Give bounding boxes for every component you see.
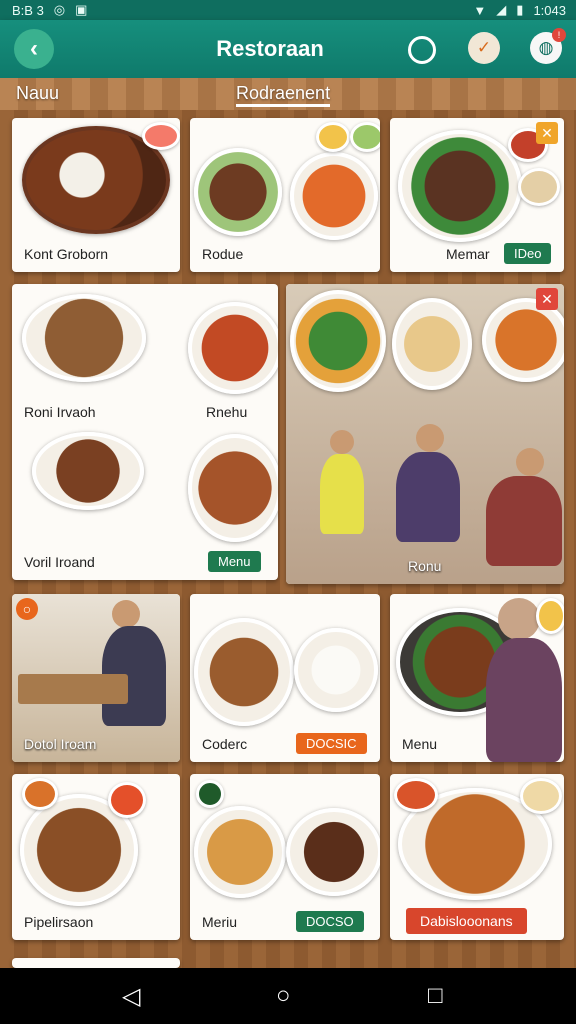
restaurant-scene-card[interactable]: ○ Dotol Iroam [12, 594, 180, 762]
card-label: Voril Iroand [24, 554, 95, 570]
at-icon: ◎ [53, 2, 66, 17]
restaurant-scene-card[interactable]: ✕ Ronu [286, 284, 564, 584]
circle-icon[interactable] [408, 36, 436, 64]
badge-icon: ○ [16, 598, 38, 620]
person-figure [486, 476, 562, 566]
card-label: Menu [402, 736, 438, 752]
side-image [350, 122, 380, 152]
wifi-icon: ▼ [473, 2, 487, 18]
menu-card[interactable]: Rodue [190, 118, 380, 272]
side-image [394, 778, 438, 812]
dish-image [22, 294, 146, 382]
dish-image [194, 806, 286, 898]
app-bar: ‹ Restoraan ✓ ◍! [0, 20, 576, 78]
page-title: Restoraan [216, 36, 324, 61]
card-label: Pipelirsaon [24, 914, 94, 930]
card-label: Ronu [408, 558, 442, 574]
dish-image [194, 618, 294, 726]
dish-image [290, 152, 378, 240]
side-image [520, 778, 562, 814]
sauce-image [142, 122, 180, 150]
dish-image [392, 298, 472, 390]
card-button[interactable]: DOCSO [296, 911, 364, 932]
close-icon[interactable]: ✕ [536, 288, 558, 310]
status-bar: B:B 3 ◎ ▣ ▼ ◢ ▮ 1:043 [0, 0, 576, 20]
table-image [18, 674, 128, 704]
card-button[interactable]: DOCSIC [296, 733, 367, 754]
person-head [516, 448, 544, 476]
dish-image [398, 130, 522, 242]
card-label: Memar [446, 246, 490, 262]
badge-icon [196, 780, 224, 808]
sauce-image [108, 782, 146, 818]
dish-image [32, 432, 144, 510]
notification-icon: ▣ [75, 2, 88, 17]
menu-card-large[interactable]: Roni Irvaoh Rnehu Voril Iroand Menu [12, 284, 278, 580]
menu-card[interactable]: Meriu DOCSO [190, 774, 380, 940]
globe-icon[interactable]: ◍! [530, 28, 566, 64]
dish-image [290, 290, 386, 392]
side-image [316, 122, 350, 152]
person-head [330, 430, 354, 454]
system-navigation-bar: ◁ ○ □ [0, 968, 576, 1024]
card-button[interactable]: Dabislooonans [406, 908, 527, 934]
nav-back-icon[interactable]: ◁ [122, 982, 140, 1011]
menu-card[interactable]: ✕ Memar IDeo [390, 118, 564, 272]
card-label: Dotol Iroam [24, 736, 97, 752]
card-label: Meriu [202, 914, 238, 930]
person-head [416, 424, 444, 452]
side-image [518, 168, 560, 206]
battery-icon: ▮ [516, 2, 524, 17]
notification-badge: ! [552, 28, 566, 42]
menu-card[interactable]: Kont Groborn [12, 118, 180, 272]
card-label: Roni Irvaoh [24, 404, 96, 420]
card-label: Kont Groborn [24, 246, 109, 262]
side-image [22, 778, 58, 810]
menu-card-partial[interactable] [12, 958, 180, 968]
signal-icon: ◢ [496, 2, 507, 17]
menu-card[interactable]: Menu [390, 594, 564, 762]
dish-image [294, 628, 378, 712]
back-arrow-icon[interactable]: ‹ [14, 29, 54, 69]
card-label: Rodue [202, 246, 244, 262]
card-label: Coderc [202, 736, 248, 752]
person-figure [396, 452, 460, 542]
card-label: Rnehu [206, 404, 248, 420]
dish-image [482, 298, 564, 382]
person-figure [486, 638, 562, 762]
nav-recents-icon[interactable]: □ [428, 982, 443, 1010]
dish-image [286, 808, 380, 896]
dish-image [194, 148, 282, 236]
menu-card[interactable]: Dabislooonans [390, 774, 564, 940]
person-head [498, 598, 540, 640]
close-icon[interactable]: ✕ [536, 122, 558, 144]
tab-rodraenent[interactable]: Rodraenent [236, 83, 331, 107]
card-button[interactable]: Menu [208, 551, 261, 572]
dish-image [188, 302, 278, 394]
status-left-text: B:B 3 [12, 2, 44, 18]
nav-home-icon[interactable]: ○ [276, 982, 291, 1010]
dish-image [188, 434, 278, 542]
check-badge-icon[interactable]: ✓ [468, 32, 500, 64]
tab-nauu[interactable]: Nauu [16, 83, 59, 104]
tab-bar: Nauu Rodraenent [0, 78, 576, 110]
person-figure [320, 454, 364, 534]
side-image [536, 598, 564, 634]
menu-card[interactable]: Pipelirsaon [12, 774, 180, 940]
person-head [112, 600, 140, 628]
menu-card[interactable]: Coderc DOCSIC [190, 594, 380, 762]
status-time: 1:043 [533, 2, 566, 18]
card-button[interactable]: IDeo [504, 243, 552, 264]
